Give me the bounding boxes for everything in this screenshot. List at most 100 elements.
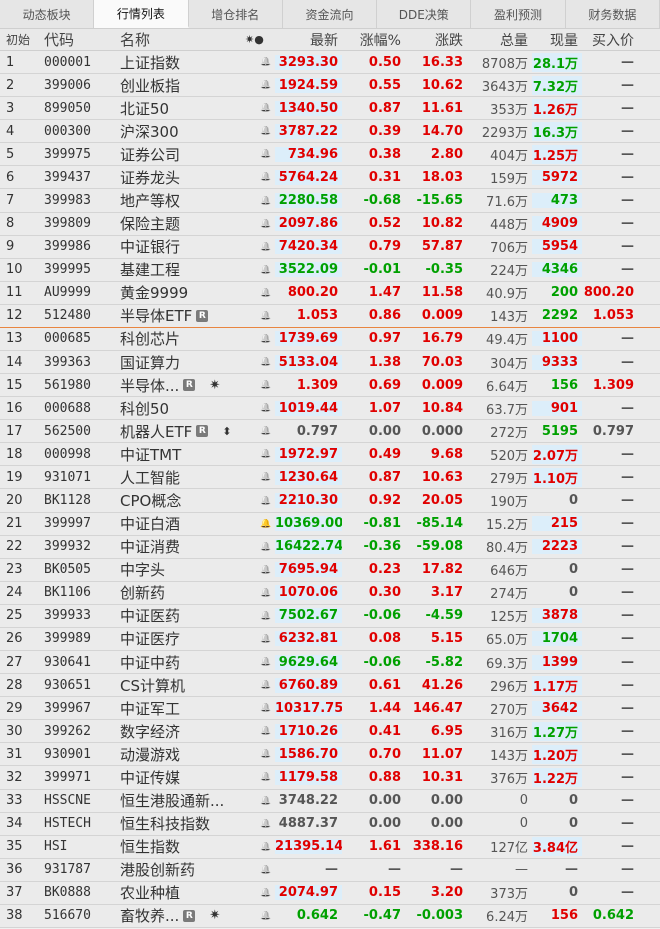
table-row[interactable]: 10 399995 基建工程 🔔 3522.09 -0.01 -0.35 224万 4346 — (0, 258, 660, 282)
table-row[interactable]: 34 HSTECH 恒生科技指数 🔔 4887.37 0.00 0.00 0 0 — (0, 812, 660, 836)
bell-icon[interactable]: 🔔 (257, 911, 275, 921)
bell-icon[interactable]: 🔔 (257, 496, 275, 506)
table-row[interactable]: 28 930651 CS计算机 🔔 6760.89 0.61 41.26 296万 1.17万 — (0, 674, 660, 698)
tab-2[interactable]: 增仓排名 (188, 0, 283, 28)
tab-3[interactable]: 资金流向 (282, 0, 378, 28)
bell-icon[interactable]: 🔔 (257, 311, 275, 321)
table-row[interactable]: 38 516670 畜牧养... R ✷ 🔔 0.642 -0.47 -0.003 6.24万 15… (0, 904, 660, 928)
col-chg[interactable]: 涨跌 (405, 30, 467, 50)
bell-icon[interactable]: 🔔 (257, 634, 275, 644)
table-row[interactable]: 29 399967 中证军工 🔔 10317.75 1.44 146.47 270万 3642 — (0, 697, 660, 721)
bell-icon[interactable]: 🔔 (257, 611, 275, 621)
bell-icon[interactable]: 🔔 (257, 288, 275, 298)
table-row[interactable]: 27 930641 中证中药 🔔 9629.64 -0.06 -5.82 69.3万 1399 — (0, 651, 660, 675)
table-row[interactable]: 23 BK0505 中字头 🔔 7695.94 0.23 17.82 646万 0 — (0, 558, 660, 582)
bell-icon[interactable]: 🔔 (257, 334, 275, 344)
bell-icon[interactable]: 🔔 (257, 103, 275, 113)
bell-icon[interactable]: 🔔 (257, 726, 275, 736)
table-row[interactable]: 22 399932 中证消费 🔔 16422.74 -0.36 -59.08 80.4万 222… (0, 535, 660, 559)
table-row[interactable]: 33 HSSCNE 恒生港股通新... 🔔 3748.22 0.00 0.00 0 0 — (0, 789, 660, 813)
table-row[interactable]: 31 930901 动漫游戏 🔔 1586.70 0.70 11.07 143万 1.20万 — (0, 743, 660, 767)
col-name[interactable]: 名称 (120, 29, 245, 50)
table-row[interactable]: 25 399933 中证医药 🔔 7502.67 -0.06 -4.59 125万 3878 — (0, 604, 660, 628)
bell-icon[interactable]: 🔔 (257, 749, 275, 759)
bell-icon[interactable]: 🔔 (257, 657, 275, 667)
table-row[interactable]: 17 562500 机器人ETF R ⬍ 🔔 0.797 0.00 0.000 272万 5195 0… (0, 420, 660, 444)
bid-price: — (621, 723, 634, 739)
bell-icon[interactable]: 🔔 (257, 842, 275, 852)
col-volume[interactable]: 总量 (467, 30, 532, 50)
bell-icon[interactable]: 🔔 (257, 888, 275, 898)
table-row[interactable]: 30 399262 数字经济 🔔 1710.26 0.41 6.95 316万 1.27万 — (0, 720, 660, 744)
table-row[interactable]: 7 399983 地产等权 🔔 2280.58 -0.68 -15.65 71.6万 473 — (0, 189, 660, 213)
bell-icon[interactable]: 🔔 (257, 80, 275, 90)
tab-1[interactable]: 行情列表 (94, 0, 189, 28)
col-mark[interactable]: ✷● (245, 33, 275, 46)
table-row[interactable]: 5 399975 证券公司 🔔 734.96 0.38 2.80 404万 1.25万 — (0, 143, 660, 167)
col-price[interactable]: 最新 (275, 30, 342, 50)
bell-icon[interactable]: 🔔 (257, 357, 275, 367)
table-row[interactable]: 16 000688 科创50 🔔 1019.44 1.07 10.84 63.7万 901 — (0, 397, 660, 421)
bell-icon[interactable]: 🔔 (257, 149, 275, 159)
tab-6[interactable]: 财务数据 (565, 0, 660, 28)
bell-icon[interactable]: 🔔 (257, 196, 275, 206)
table-row[interactable]: 2 399006 创业板指 🔔 1924.59 0.55 10.62 3643万 7.32万 — (0, 74, 660, 98)
table-row[interactable]: 20 BK1128 CPO概念 🔔 2210.30 0.92 20.05 190万 0 — (0, 489, 660, 513)
col-code[interactable]: 代码 (44, 29, 120, 50)
table-row[interactable]: 36 931787 港股创新药 🔔 — — — — — — (0, 858, 660, 882)
table-row[interactable]: 35 HSI 恒生指数 🔔 21395.14 1.61 338.16 127亿 3.84亿 — (0, 835, 660, 859)
total-volume: 8708万 (481, 56, 528, 72)
bell-icon[interactable]: 🔔 (257, 542, 275, 552)
table-row[interactable]: 8 399809 保险主题 🔔 2097.86 0.52 10.82 448万 4909 — (0, 212, 660, 236)
table-row[interactable]: 24 BK1106 创新药 🔔 1070.06 0.30 3.17 274万 0 — (0, 581, 660, 605)
col-pct[interactable]: 涨幅% (342, 30, 405, 50)
bell-icon[interactable]: 🔔 (257, 865, 275, 875)
table-row[interactable]: 6 399437 证券龙头 🔔 5764.24 0.31 18.03 159万 5972 — (0, 166, 660, 190)
bell-icon[interactable]: 🔔 (257, 472, 275, 482)
bell-icon[interactable]: 🔔 (257, 426, 275, 436)
tab-0[interactable]: 动态板块 (0, 0, 95, 28)
bell-icon[interactable]: 🔔 (257, 519, 275, 529)
table-row[interactable]: 37 BK0888 农业种植 🔔 2074.97 0.15 3.20 373万 0 — (0, 881, 660, 905)
table-row[interactable]: 9 399986 中证银行 🔔 7420.34 0.79 57.87 706万 5954 — (0, 235, 660, 259)
bell-icon[interactable]: 🔔 (257, 796, 275, 806)
bell-icon[interactable]: 🔔 (257, 242, 275, 252)
table-row[interactable]: 18 000998 中证TMT 🔔 1972.97 0.49 9.68 520万 2.07万 — (0, 443, 660, 467)
bell-icon[interactable]: 🔔 (257, 126, 275, 136)
bell-icon[interactable]: 🔔 (257, 265, 275, 275)
table-row[interactable]: 1 000001 上证指数 🔔 3293.30 0.50 16.33 8708万 28.1万 — (0, 51, 660, 75)
col-bid[interactable]: 买入价 (582, 30, 640, 50)
table-row[interactable]: 26 399989 中证医疗 🔔 6232.81 0.08 5.15 65.0万 1704 — (0, 627, 660, 652)
bell-icon[interactable]: 🔔 (257, 380, 275, 390)
bell-icon[interactable]: 🔔 (257, 57, 275, 67)
table-row[interactable]: 15 561980 半导体... R ✷ 🔔 1.309 0.69 0.009 6.64万 156 1… (0, 374, 660, 398)
table-row[interactable]: 32 399971 中证传媒 🔔 1179.58 0.88 10.31 376万 1.22万 — (0, 766, 660, 790)
table-row[interactable]: 3 899050 北证50 🔔 1340.50 0.87 11.61 353万 1.26万 — (0, 97, 660, 121)
stock-code: 399363 (44, 354, 91, 370)
col-current-volume[interactable]: 现量 (532, 30, 582, 50)
bell-icon[interactable]: 🔔 (257, 680, 275, 690)
table-row[interactable]: 4 000300 沪深300 🔔 3787.22 0.39 14.70 2293万 16.3万 — (0, 120, 660, 144)
bell-icon[interactable]: 🔔 (257, 588, 275, 598)
table-row[interactable]: 14 399363 国证算力 🔔 5133.04 1.38 70.03 304万 9333 — (0, 351, 660, 375)
col-initial[interactable]: 初始 (0, 31, 44, 48)
stock-name: 农业种植 (120, 882, 257, 903)
table-row[interactable]: 19 931071 人工智能 🔔 1230.64 0.87 10.63 279万 1.10万 — (0, 466, 660, 490)
financing-badge: R (183, 909, 196, 922)
bell-icon[interactable]: 🔔 (257, 403, 275, 413)
bell-icon[interactable]: 🔔 (257, 565, 275, 575)
table-row[interactable]: 11 AU9999 黄金9999 🔔 800.20 1.47 11.58 40.9万 200 80… (0, 281, 660, 305)
tab-5[interactable]: 盈利预测 (471, 0, 566, 28)
bell-icon[interactable]: 🔔 (257, 449, 275, 459)
table-row[interactable]: 13 000685 科创芯片 🔔 1739.69 0.97 16.79 49.4万 1100 — (0, 327, 660, 352)
bell-icon[interactable]: 🔔 (257, 703, 275, 713)
row-index: 22 (6, 539, 23, 555)
bell-icon[interactable]: 🔔 (257, 219, 275, 229)
bell-icon[interactable]: 🔔 (257, 772, 275, 782)
bell-icon[interactable]: 🔔 (257, 819, 275, 829)
tab-4[interactable]: DDE决策 (377, 0, 472, 28)
table-row[interactable]: 12 512480 半导体ETF R 🔔 1.053 0.86 0.009 143万 2292 1.… (0, 304, 660, 328)
table-row[interactable]: 21 399997 中证白酒 🔔 10369.00 -0.81 -85.14 15.2万 215… (0, 512, 660, 536)
change-amount: 10.82 (421, 216, 463, 232)
bell-icon[interactable]: 🔔 (257, 172, 275, 182)
